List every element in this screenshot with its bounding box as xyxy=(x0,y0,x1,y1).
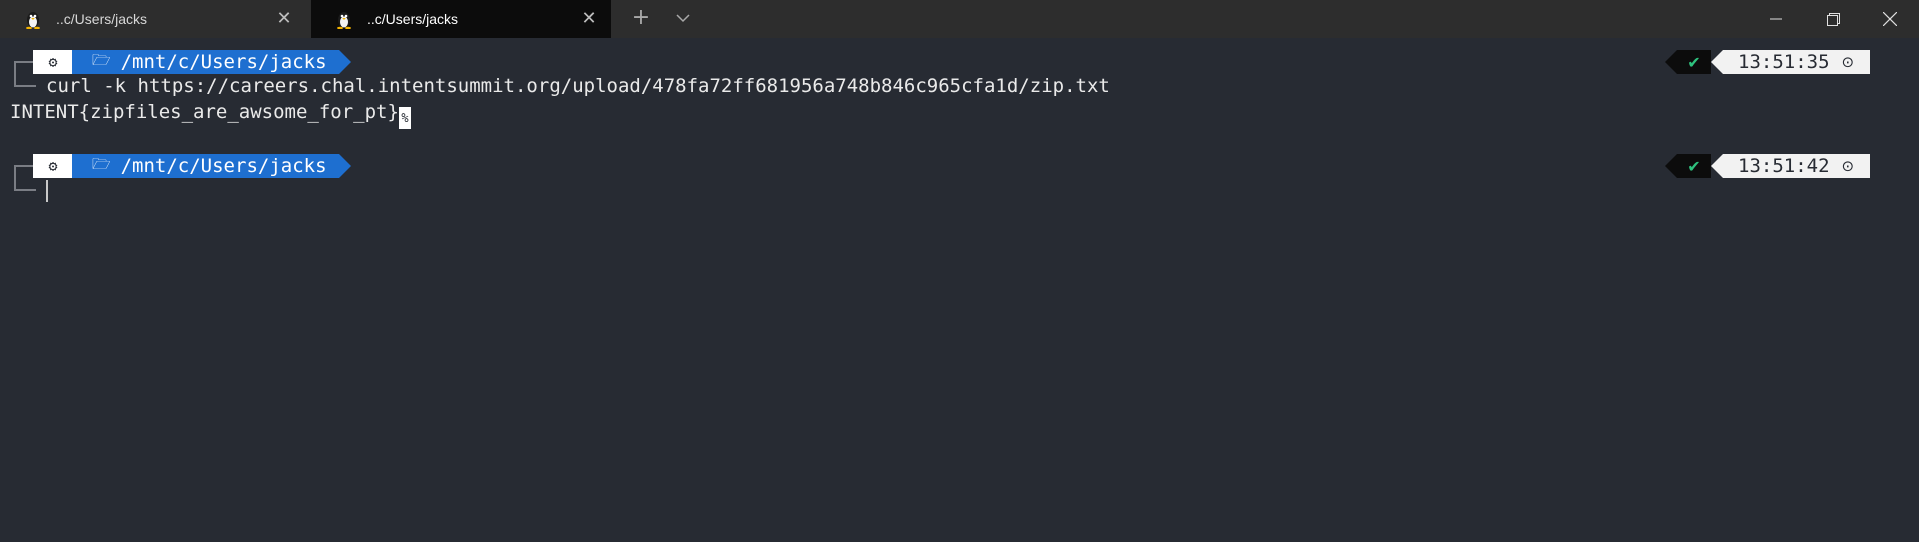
path-segment: 🗁 /mnt/c/Users/jacks xyxy=(72,154,339,178)
ubuntu-icon: ⚙ xyxy=(48,157,58,175)
ubuntu-icon: ⚙ xyxy=(48,53,58,71)
restore-icon xyxy=(1826,12,1840,26)
os-segment: ⚙ xyxy=(33,50,73,74)
prompt-path: /mnt/c/Users/jacks xyxy=(120,155,327,177)
prompt-time: 13:51:42 xyxy=(1738,155,1830,177)
segment-separator xyxy=(339,50,351,74)
text-cursor xyxy=(46,180,48,202)
output-text: INTENT{zipfiles_are_awsome_for_pt} xyxy=(10,101,399,123)
close-icon xyxy=(1883,12,1897,26)
minimize-icon xyxy=(1770,18,1782,20)
clock-icon: ⊙ xyxy=(1841,157,1855,175)
close-tab-icon[interactable]: ✕ xyxy=(276,9,292,27)
tab-active[interactable]: ..c/Users/jacks ✕ xyxy=(311,0,611,38)
terminal-pane[interactable]: ⚙ 🗁 /mnt/c/Users/jacks ✔ 13:51:35 ⊙ curl… xyxy=(0,38,1919,542)
status-ok-segment: ✔ xyxy=(1677,50,1711,74)
tab-inactive[interactable]: ..c/Users/jacks ✕ xyxy=(0,0,306,38)
restore-button[interactable] xyxy=(1805,0,1861,38)
tab-title: ..c/Users/jacks xyxy=(56,11,148,27)
title-bar: ..c/Users/jacks ✕ ..c/Users/jacks ✕ + xyxy=(0,0,1919,38)
chevron-down-icon[interactable] xyxy=(672,8,694,28)
tab-title: ..c/Users/jacks xyxy=(367,11,459,27)
time-segment: 13:51:42 ⊙ xyxy=(1723,154,1870,178)
clock-icon: ⊙ xyxy=(1841,53,1855,71)
checkmark-icon: ✔ xyxy=(1687,52,1701,72)
minimize-button[interactable] xyxy=(1748,0,1804,38)
end-of-output-marker: % xyxy=(398,107,411,129)
path-segment: 🗁 /mnt/c/Users/jacks xyxy=(72,50,339,74)
new-tab-button[interactable]: + xyxy=(630,7,652,29)
prompt-path: /mnt/c/Users/jacks xyxy=(120,51,327,73)
prompt-time: 13:51:35 xyxy=(1738,51,1830,73)
time-segment: 13:51:35 ⊙ xyxy=(1723,50,1870,74)
os-segment: ⚙ xyxy=(33,154,73,178)
segment-separator xyxy=(339,154,351,178)
linux-penguin-icon xyxy=(337,12,351,29)
command-output: INTENT{zipfiles_are_awsome_for_pt}% xyxy=(10,101,411,129)
checkmark-icon: ✔ xyxy=(1687,156,1701,176)
folder-icon: 🗁 xyxy=(92,154,111,173)
command-line: curl -k https://careers.chal.intentsummi… xyxy=(46,75,1110,97)
close-tab-icon[interactable]: ✕ xyxy=(581,9,597,27)
segment-separator xyxy=(1665,50,1677,74)
segment-separator xyxy=(1711,50,1723,74)
folder-icon: 🗁 xyxy=(92,50,111,69)
status-ok-segment: ✔ xyxy=(1677,154,1711,178)
segment-separator xyxy=(1665,154,1677,178)
close-window-button[interactable] xyxy=(1862,0,1918,38)
linux-penguin-icon xyxy=(26,12,40,29)
segment-separator xyxy=(1711,154,1723,178)
